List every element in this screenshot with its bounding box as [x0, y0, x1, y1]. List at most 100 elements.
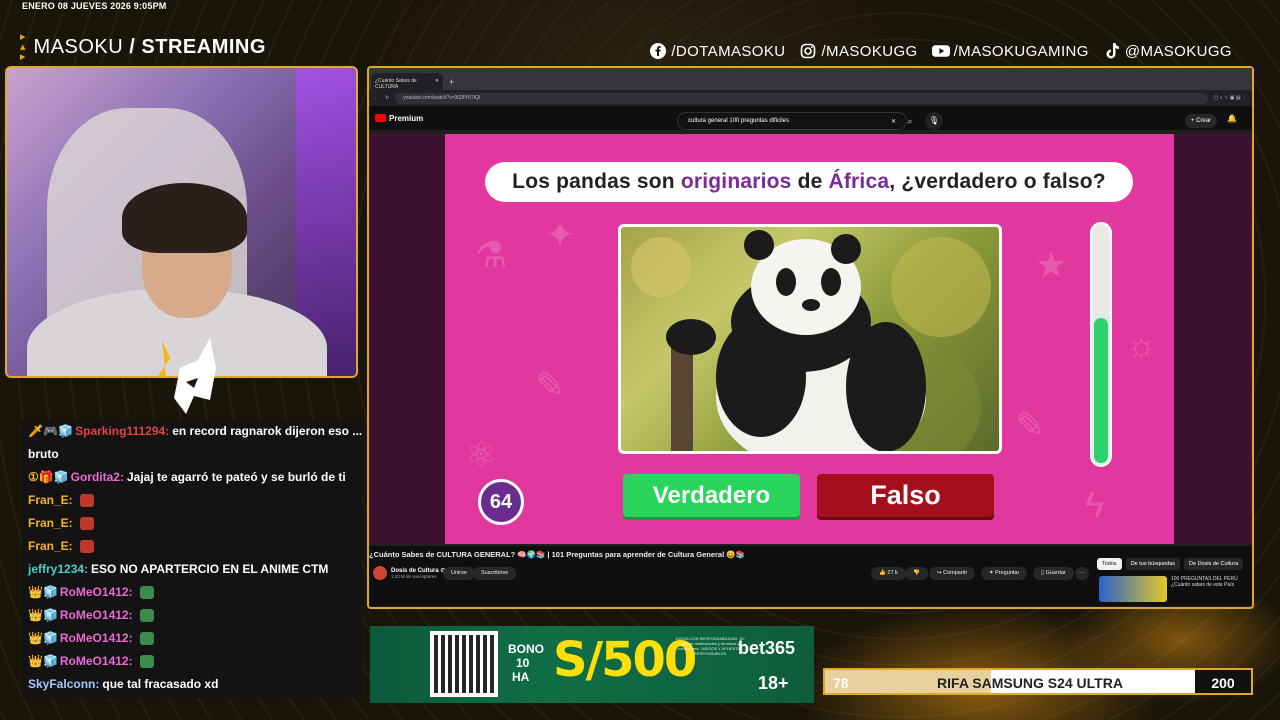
create-button[interactable]: + Crear [1185, 114, 1218, 128]
sponsor-banner[interactable]: BONO 10 HA S/500 JUEGA CON RESPONSABILID… [370, 626, 814, 703]
address-bar-row: ← ↻ youtube.com/watch?v=3tZ8Y6TtQI ▢ ⌕ ☆… [369, 90, 1252, 106]
youtube-search-input[interactable]: cultura general 100 preguntas dificiles … [677, 112, 907, 130]
chat-message: 👑🧊 RoMeO1412: [22, 604, 362, 627]
panda-photo [618, 224, 1002, 454]
raffle-goal: 200 [1195, 670, 1251, 693]
chat-message: bruto [22, 443, 362, 466]
save-label: Guardar [1045, 570, 1066, 576]
search-icon[interactable]: ⌕ [899, 112, 921, 130]
chip-channel[interactable]: De Dosis de Cultura [1184, 558, 1244, 570]
age-restriction: 18+ [758, 673, 789, 693]
channel-avatar[interactable] [373, 566, 387, 580]
chat-username[interactable]: RoMeO1412: [60, 631, 133, 645]
notifications-icon[interactable]: 🔔 [1227, 114, 1237, 123]
brand-title: MASOKU / STREAMING [34, 36, 266, 59]
premium-label: Premium [389, 113, 424, 123]
false-answer-button[interactable]: Falso [817, 474, 994, 517]
user-badges-icon: 🗡🎮🧊 [28, 424, 74, 438]
emote-icon [139, 609, 154, 623]
chat-username[interactable]: Fran_E: [28, 539, 73, 553]
question-highlight-1: originarios [680, 170, 792, 193]
doodle-icon: ★ [1035, 244, 1068, 285]
clear-search-icon[interactable]: ✕ [891, 118, 896, 125]
back-icon[interactable]: ← [374, 95, 379, 101]
share-label: Compartir [943, 570, 968, 576]
url-field[interactable]: youtube.com/watch?v=3tZ8Y6TtQI [395, 92, 1208, 104]
extensions-icon[interactable]: ▢ ⌕ ☆ ▣ ▤ ⋮ [1214, 95, 1247, 101]
search-query: cultura general 100 preguntas dificiles [688, 118, 790, 124]
chat-message: 🗡🎮🧊 Sparking111294: en record ragnarok dij… [22, 420, 362, 443]
true-answer-button[interactable]: Verdadero [623, 474, 800, 517]
chip-searches[interactable]: De tus búsquedas [1125, 558, 1181, 570]
doodle-icon: ✎ [1015, 404, 1046, 445]
subscribe-button[interactable]: Suscribirse [473, 567, 517, 580]
ask-button[interactable]: ✦ Preguntar [981, 567, 1028, 580]
streamer-hair [122, 183, 247, 253]
instagram-icon [799, 42, 817, 60]
social-facebook: /DOTAMASOKU [649, 42, 785, 60]
chat-message: Fran_E: [22, 512, 362, 535]
social-handles: /DOTAMASOKU /MASOKUGG /MASOKUGAMING @MAS… [649, 42, 1232, 60]
quiz-frame: ⚗ ✎ ✦ ★ ✎ ☼ ⚛ ϟ Los pandas son originari… [445, 134, 1174, 544]
chat-message: SkyFalconn: que tal fracasado xd [22, 673, 362, 696]
recommendation-chips: Todos De tus búsquedas De Dosis de Cultu… [1097, 558, 1244, 570]
doodle-icon: ✦ [545, 214, 576, 255]
youtube-logo[interactable]: Premium [375, 114, 423, 123]
like-button[interactable]: 👍 27 k [871, 567, 906, 580]
recommended-video[interactable]: 100 PREGUNTAS DEL PERÚ ¿Cuánto sabes de … [1099, 576, 1251, 602]
save-button[interactable]: ▯ Guardar [1033, 567, 1074, 580]
video-info: ¿Cuánto Sabes de CULTURA GENERAL? 🧠🌍📚 | … [369, 546, 1252, 606]
chat-username[interactable]: RoMeO1412: [60, 585, 133, 599]
dislike-button[interactable]: 👎 [905, 567, 928, 580]
doodle-icon: ☼ [1125, 324, 1158, 365]
video-player[interactable]: ⚗ ✎ ✦ ★ ✎ ☼ ⚛ ϟ Los pandas son originari… [369, 134, 1252, 544]
chat-username[interactable]: jeffry1234: [28, 562, 88, 576]
bono-line2: 10 [516, 656, 530, 670]
channel-name[interactable]: Dosis de Cultura ⊙ [391, 567, 445, 574]
timer-fill [1094, 318, 1108, 463]
chat-text: que tal fracasado xd [102, 677, 219, 691]
chat-username[interactable]: SkyFalconn: [28, 677, 99, 691]
microphone-icon[interactable]: 🎙 [925, 112, 943, 130]
more-actions-button[interactable]: ··· [1075, 567, 1089, 580]
chip-all[interactable]: Todos [1097, 558, 1122, 570]
date-time: ENERO 08 JUEVES 2026 9:05PM [22, 1, 167, 11]
chat-text: bruto [28, 447, 59, 461]
user-badges-icon: 👑🧊 [28, 654, 58, 668]
chat-username[interactable]: RoMeO1412: [60, 654, 133, 668]
timer-bar [1090, 222, 1112, 467]
new-tab-icon[interactable]: + [449, 77, 454, 90]
browser-tab[interactable]: ¿Cuánto Sabes de CULTURA ✕ [371, 73, 443, 90]
chat-username[interactable]: Fran_E: [28, 516, 73, 530]
brand-separator: / [129, 35, 136, 58]
chat-username[interactable]: RoMeO1412: [60, 608, 133, 622]
join-button[interactable]: Unirse [443, 567, 475, 580]
tab-close-icon[interactable]: ✕ [435, 78, 439, 85]
browser-window: ¿Cuánto Sabes de CULTURA ✕ + ← ↻ youtube… [367, 66, 1254, 609]
brand-name: MASOKU [33, 35, 124, 58]
chat-username[interactable]: Fran_E: [28, 493, 73, 507]
chat-username[interactable]: Sparking111294: [75, 424, 169, 438]
bet365-logo: bet365 [738, 638, 796, 658]
bono-line1: BONO [508, 642, 544, 656]
qr-code [430, 631, 498, 697]
stream-brand: ▸ ▴ ▸ MASOKU / STREAMING [20, 32, 266, 63]
user-badges-icon: ①🎁🧊 [28, 470, 69, 484]
raffle-bar: 78 RIFA SAMSUNG S24 ULTRA 200 [823, 668, 1253, 695]
chat-message: Fran_E: [22, 489, 362, 512]
reload-icon[interactable]: ↻ [385, 95, 389, 101]
chat-panel: 🗡🎮🧊 Sparking111294: en record ragnarok dij… [22, 420, 362, 698]
chat-message: Fran_E: [22, 535, 362, 558]
emote-icon [79, 517, 94, 531]
share-button[interactable]: ↪ Compartir [929, 567, 976, 580]
doodle-icon: ⚗ [475, 234, 508, 275]
chat-text: ESO NO APARTERCIO EN EL ANIME CTM [91, 562, 329, 576]
chat-username[interactable]: Gordita2: [71, 470, 124, 484]
bono-text: BONO 10 HA [508, 642, 544, 684]
chat-message: 👑🧊 RoMeO1412: [22, 581, 362, 604]
raffle-title: RIFA SAMSUNG S24 ULTRA [937, 675, 1123, 691]
thumbs-down-icon: 👎 [913, 570, 920, 576]
emote-icon [139, 632, 154, 646]
bono-line3: HA [512, 670, 530, 684]
tiktok-icon [1103, 42, 1121, 60]
